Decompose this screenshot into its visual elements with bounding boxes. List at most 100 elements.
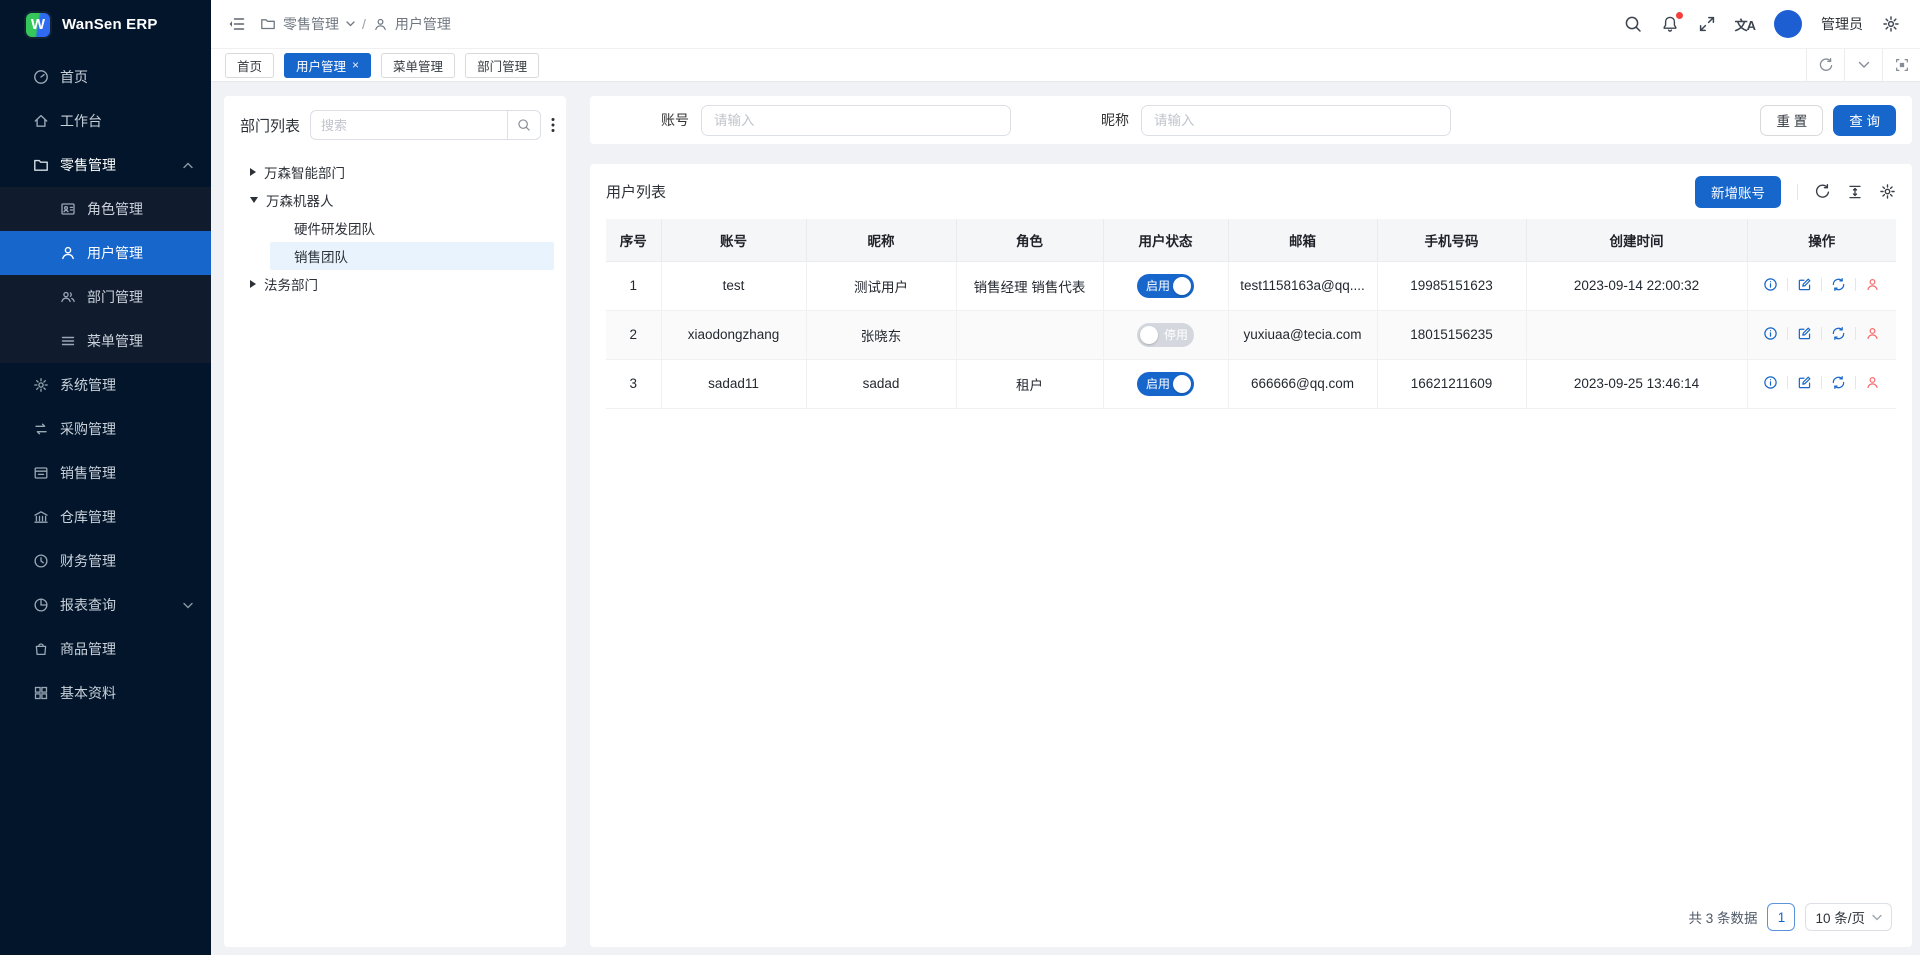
sidebar-item-label: 工作台	[60, 111, 102, 131]
detail-info-icon[interactable]	[1763, 326, 1778, 341]
tree-node-sales-team[interactable]: 销售团队	[270, 242, 554, 270]
finance-clock-icon	[33, 553, 49, 569]
sidebar-item-finance[interactable]: 财务管理	[0, 539, 211, 583]
sidebar-item-warehouse[interactable]: 仓库管理	[0, 495, 211, 539]
page-size-select[interactable]: 10 条/页	[1805, 903, 1892, 931]
chevron-down-icon[interactable]	[346, 21, 355, 27]
sidebar-item-label: 用户管理	[87, 243, 143, 263]
user-list-header: 用户列表 新增账号	[606, 164, 1896, 219]
tab-user-mgmt[interactable]: 用户管理 ×	[284, 53, 371, 78]
breadcrumb-separator: /	[362, 16, 366, 32]
cell-email: test1158163a@qq....	[1228, 261, 1377, 310]
role-idcard-icon	[60, 201, 76, 217]
sidebar-item-menu-mgmt[interactable]: 菜单管理	[0, 319, 211, 363]
unassign-user-icon[interactable]	[1865, 375, 1880, 390]
add-account-button[interactable]: 新增账号	[1695, 176, 1781, 208]
table-row: 1 test 测试用户 销售经理 销售代表 启用	[606, 261, 1896, 310]
page-number-button[interactable]: 1	[1767, 903, 1795, 931]
workbench-home-icon	[33, 113, 49, 129]
sidebar-item-reports[interactable]: 报表查询	[0, 583, 211, 627]
reset-password-icon[interactable]	[1831, 375, 1846, 390]
reset-button[interactable]: 重 置	[1760, 105, 1823, 136]
col-email: 邮箱	[1228, 219, 1377, 261]
reset-password-icon[interactable]	[1831, 326, 1846, 341]
table-settings-gear-icon[interactable]	[1879, 183, 1896, 200]
folder-icon	[33, 157, 49, 173]
menu-lines-icon	[60, 333, 76, 349]
notifications-bell[interactable]	[1661, 15, 1679, 33]
avatar[interactable]	[1774, 10, 1802, 38]
grid-icon	[33, 685, 49, 701]
tab-dept-mgmt[interactable]: 部门管理	[465, 53, 539, 78]
col-created: 创建时间	[1526, 219, 1747, 261]
gear-icon[interactable]	[1882, 15, 1900, 33]
toggle-knob	[1173, 375, 1191, 393]
tree-node-legal[interactable]: 法务部门	[236, 270, 554, 298]
tree-node-hardware-team[interactable]: 硬件研发团队	[236, 214, 554, 242]
status-toggle[interactable]: 启用	[1137, 372, 1194, 396]
account-input[interactable]	[701, 105, 1011, 136]
tree-node-wansen-robot[interactable]: 万森机器人	[236, 186, 554, 214]
detail-info-icon[interactable]	[1763, 277, 1778, 292]
edit-icon[interactable]	[1797, 326, 1812, 341]
translate-icon[interactable]: 文A	[1735, 15, 1755, 34]
caret-right-icon[interactable]	[250, 280, 256, 288]
sidebar-item-label: 零售管理	[60, 155, 116, 175]
collapse-sidebar-icon[interactable]	[228, 15, 246, 33]
caret-down-icon[interactable]	[250, 197, 258, 203]
maximize-content-icon[interactable]	[1882, 49, 1920, 81]
tree-node-label: 万森机器人	[266, 190, 334, 210]
swap-arrows-icon	[33, 421, 49, 437]
close-tab-icon[interactable]: ×	[352, 58, 359, 72]
sidebar-item-role[interactable]: 角色管理	[0, 187, 211, 231]
status-toggle[interactable]: 停用	[1137, 323, 1194, 347]
refresh-tab-icon[interactable]	[1806, 49, 1844, 81]
cell-actions	[1747, 310, 1896, 359]
tab-menu-mgmt[interactable]: 菜单管理	[381, 53, 455, 78]
nickname-input[interactable]	[1141, 105, 1451, 136]
search-icon[interactable]	[1624, 15, 1642, 33]
sidebar-menu: 首页 工作台 零售管理 角色管理 用户管理	[0, 49, 211, 715]
edit-icon[interactable]	[1797, 375, 1812, 390]
user-panel: 账号 昵称 重 置 查 询 用户列表	[590, 96, 1912, 947]
fullscreen-icon[interactable]	[1698, 15, 1716, 33]
tree-node-wansen-intelligent[interactable]: 万森智能部门	[236, 158, 554, 186]
reset-password-icon[interactable]	[1831, 277, 1846, 292]
tab-label: 用户管理	[296, 56, 346, 75]
department-more-icon[interactable]	[551, 117, 555, 133]
pie-chart-icon	[33, 597, 49, 613]
caret-right-icon[interactable]	[250, 168, 256, 176]
row-height-icon[interactable]	[1847, 184, 1863, 200]
tab-home[interactable]: 首页	[225, 53, 274, 78]
sidebar-item-department[interactable]: 部门管理	[0, 275, 211, 319]
unassign-user-icon[interactable]	[1865, 277, 1880, 292]
user-icon	[60, 245, 76, 261]
sidebar-item-purchase[interactable]: 采购管理	[0, 407, 211, 451]
sidebar-item-user[interactable]: 用户管理	[0, 231, 211, 275]
tabs-chevron-down-icon[interactable]	[1844, 49, 1882, 81]
sidebar-item-retail[interactable]: 零售管理	[0, 143, 211, 187]
sidebar-item-sales[interactable]: 销售管理	[0, 451, 211, 495]
sidebar-item-workbench[interactable]: 工作台	[0, 99, 211, 143]
col-nickname: 昵称	[806, 219, 956, 261]
user-name[interactable]: 管理员	[1821, 14, 1863, 34]
cell-phone: 16621211609	[1377, 359, 1526, 408]
topbar: 零售管理 / 用户管理 文A 管理员	[211, 0, 1920, 49]
search-button[interactable]: 查 询	[1833, 105, 1896, 136]
status-toggle[interactable]: 启用	[1137, 274, 1194, 298]
breadcrumb-parent[interactable]: 零售管理	[283, 14, 339, 34]
department-search-input[interactable]	[310, 110, 507, 140]
sidebar-item-label: 角色管理	[87, 199, 143, 219]
department-search-button[interactable]	[507, 110, 541, 140]
sidebar-item-dashboard[interactable]: 首页	[0, 55, 211, 99]
sidebar-item-goods[interactable]: 商品管理	[0, 627, 211, 671]
cell-phone: 19985151623	[1377, 261, 1526, 310]
edit-icon[interactable]	[1797, 277, 1812, 292]
department-panel-title: 部门列表	[240, 115, 300, 136]
sidebar-item-basic-data[interactable]: 基本资料	[0, 671, 211, 715]
sidebar-item-system[interactable]: 系统管理	[0, 363, 211, 407]
unassign-user-icon[interactable]	[1865, 326, 1880, 341]
refresh-table-icon[interactable]	[1814, 183, 1831, 200]
toggle-knob	[1140, 326, 1158, 344]
detail-info-icon[interactable]	[1763, 375, 1778, 390]
